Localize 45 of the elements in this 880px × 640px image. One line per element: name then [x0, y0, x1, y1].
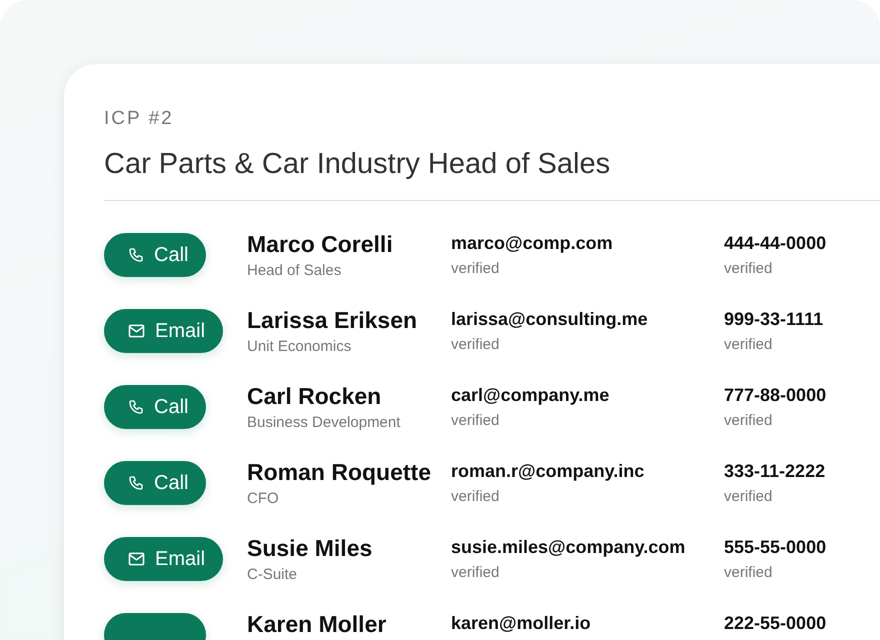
contact-name: Susie Miles — [247, 535, 374, 561]
contact-phone: 999-33-1111 — [724, 308, 824, 331]
contact-role: Head of Sales — [247, 261, 342, 281]
contact-role: Unit Economics — [247, 337, 352, 357]
envelope-icon — [128, 324, 145, 338]
envelope-icon — [128, 552, 145, 566]
contact-phone: 777-88-0000 — [724, 384, 828, 407]
contact-email: roman.r@company.inc — [451, 460, 646, 483]
email-status: verified — [451, 259, 500, 279]
contact-role: C-Suite — [247, 565, 298, 585]
contact-email: susie.miles@company.com — [451, 536, 686, 559]
contact-email: karen@moller.io — [451, 612, 592, 635]
call-button[interactable]: Call — [104, 461, 206, 505]
email-button[interactable]: Email — [104, 309, 224, 353]
email-status: verified — [451, 563, 500, 583]
contact-role: Business Development — [247, 413, 402, 433]
card-eyebrow: ICP #2 — [104, 108, 175, 130]
phone-icon — [128, 475, 144, 491]
contact-name: Marco Corelli — [247, 231, 394, 257]
contact-phone: 222-55-0000 — [724, 612, 828, 635]
contact-name: Carl Rocken — [247, 383, 382, 409]
call-button[interactable]: Call — [104, 385, 206, 429]
contact-email: marco@comp.com — [451, 232, 614, 255]
contact-email: carl@company.me — [451, 384, 610, 407]
contact-phone: 333-11-2222 — [724, 460, 826, 483]
contact-phone: 444-44-0000 — [724, 232, 828, 255]
contact-email: larissa@consulting.me — [451, 308, 649, 331]
phone-status: verified — [724, 563, 774, 583]
email-status: verified — [451, 487, 500, 507]
email-button[interactable]: Email — [104, 537, 224, 581]
phone-icon — [128, 247, 144, 263]
contact-phone: 555-55-0000 — [724, 536, 828, 559]
contact-name: Roman Roquette — [247, 459, 432, 485]
contact-name: Larissa Eriksen — [247, 307, 418, 333]
phone-status: verified — [724, 487, 774, 507]
contact-role: CFO — [247, 489, 280, 509]
phone-status: verified — [724, 335, 774, 355]
phone-status: verified — [724, 259, 774, 279]
email-status: verified — [451, 335, 500, 355]
contact-name: Karen Moller — [247, 611, 388, 637]
phone-status: verified — [724, 411, 774, 431]
call-button[interactable]: Call — [104, 233, 206, 277]
email-status: verified — [451, 411, 500, 431]
card-title: Car Parts & Car Industry Head of Sales — [104, 147, 612, 182]
phone-icon — [128, 399, 144, 415]
